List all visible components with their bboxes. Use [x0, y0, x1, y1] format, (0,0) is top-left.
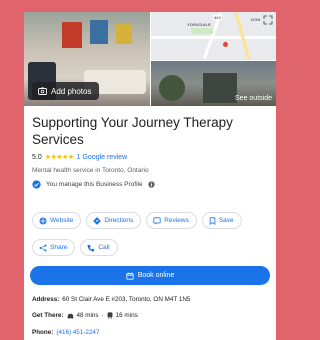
- manage-profile-row: You manage this Business Profile: [32, 180, 155, 189]
- review-count-link[interactable]: 1 Google review: [77, 154, 128, 161]
- artwork-shape: [116, 24, 132, 44]
- share-label: Share: [50, 244, 68, 251]
- business-category: Mental health service in Toronto, Ontari…: [32, 167, 149, 174]
- call-button[interactable]: Call: [80, 239, 118, 256]
- see-outside-label: See outside: [235, 95, 272, 102]
- transit-time: 16 mins: [115, 312, 138, 319]
- add-photo-icon: [38, 87, 47, 95]
- bookmark-icon: [209, 216, 216, 225]
- directions-label: Directions: [104, 217, 134, 224]
- get-there-row: Get There: 48 mins · 16 mins: [32, 312, 138, 319]
- action-buttons-row: Website Directions Reviews Save: [32, 212, 242, 229]
- transit-icon: [107, 312, 113, 319]
- office-photo[interactable]: Add photos: [24, 12, 150, 106]
- reviews-button[interactable]: Reviews: [146, 212, 197, 229]
- website-button[interactable]: Website: [32, 212, 82, 229]
- building-shape: [203, 73, 237, 103]
- directions-icon: [93, 216, 102, 225]
- map-label: 401: [213, 15, 223, 20]
- car-icon: [67, 313, 73, 319]
- website-label: Website: [50, 217, 74, 224]
- save-button[interactable]: Save: [201, 212, 242, 229]
- address-row: Address: 60 St Clair Ave E #203, Toronto…: [32, 296, 190, 303]
- star-rating-icon: ★★★★★: [44, 154, 74, 161]
- street-view-thumbnail[interactable]: See outside: [151, 61, 276, 106]
- map-label: DON: [251, 17, 261, 22]
- phone-link[interactable]: (416) 451-2247: [56, 329, 99, 336]
- directions-button[interactable]: Directions: [86, 212, 142, 229]
- drive-time: 48 mins: [76, 312, 99, 319]
- rating-value: 5.0: [32, 153, 42, 161]
- address-label: Address:: [32, 296, 60, 303]
- reviews-label: Reviews: [164, 217, 189, 224]
- review-icon: [153, 216, 161, 224]
- book-online-label: Book online: [137, 272, 175, 279]
- verified-check-icon: [32, 180, 41, 189]
- artwork-shape: [90, 20, 108, 44]
- globe-icon: [39, 216, 47, 225]
- phone-row: Phone: (416) 451-2247: [32, 329, 99, 336]
- phone-icon: [87, 244, 95, 251]
- artwork-shape: [62, 22, 82, 48]
- map-park: [191, 28, 213, 34]
- save-label: Save: [218, 217, 234, 224]
- add-photos-button[interactable]: Add photos: [32, 82, 100, 100]
- calendar-icon: [126, 272, 134, 280]
- business-profile-card: Add photos YORKDALE 401 DON See outside …: [24, 12, 276, 340]
- secondary-buttons-row: Share Call: [32, 239, 118, 256]
- photo-gallery: Add photos YORKDALE 401 DON See outside: [24, 12, 276, 106]
- map-pin-icon: [223, 42, 228, 47]
- map-label: YORKDALE: [187, 22, 212, 27]
- tree-shape: [159, 75, 185, 101]
- address-value[interactable]: 60 St Clair Ave E #203, Toronto, ON M4T …: [62, 296, 190, 303]
- separator-dot: ·: [101, 312, 104, 319]
- call-label: Call: [98, 244, 110, 251]
- share-button[interactable]: Share: [32, 239, 76, 256]
- expand-icon[interactable]: [263, 15, 273, 25]
- add-photos-label: Add photos: [51, 86, 92, 96]
- map-thumbnail[interactable]: YORKDALE 401 DON: [151, 12, 276, 60]
- info-icon[interactable]: [147, 181, 155, 188]
- get-there-label: Get There:: [32, 312, 64, 319]
- share-icon: [39, 244, 47, 251]
- rating-row: 5.0 ★★★★★ 1 Google review: [32, 153, 128, 162]
- manage-profile-text: You manage this Business Profile: [46, 181, 143, 188]
- business-name: Supporting Your Journey Therapy Services: [32, 115, 233, 147]
- phone-label: Phone:: [32, 329, 54, 336]
- book-online-button[interactable]: Book online: [30, 266, 270, 285]
